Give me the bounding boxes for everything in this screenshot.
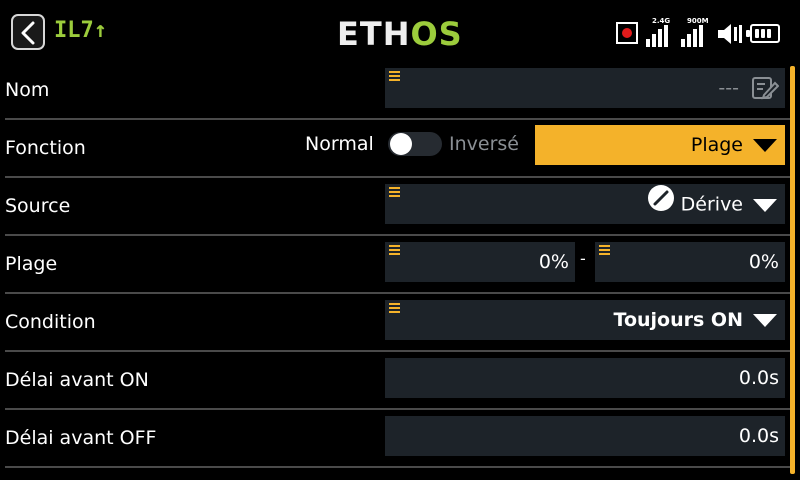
condition-dropdown[interactable]: Toujours ON xyxy=(385,300,785,340)
condition-value: Toujours ON xyxy=(614,300,777,340)
row-condition: Condition Toujours ON xyxy=(0,294,790,352)
plage-label: Plage xyxy=(5,253,58,275)
toggle-normal-label: Normal xyxy=(305,133,374,155)
row-delay-on: Délai avant ON 0.0s xyxy=(0,352,790,410)
source-label: Source xyxy=(5,195,71,217)
toggle-inverse-label: Inversé xyxy=(449,133,519,155)
settings-form: Nom --- Fonction Normal Inversé Plage So… xyxy=(0,62,800,480)
battery-icon xyxy=(746,24,780,43)
range-min-field[interactable]: 0% xyxy=(385,242,575,282)
row-fonction: Fonction Normal Inversé Plage xyxy=(0,120,790,178)
edit-icon xyxy=(751,75,780,105)
rf-2g4-signal-icon: 2.4G xyxy=(644,17,674,47)
back-button[interactable] xyxy=(11,14,45,50)
nom-label: Nom xyxy=(5,79,50,101)
range-max-field[interactable]: 0% xyxy=(595,242,785,282)
ethos-logo: ETHOS xyxy=(337,14,463,54)
range-min-value: 0% xyxy=(538,251,569,273)
invert-toggle[interactable] xyxy=(388,132,442,156)
condition-value-text: Toujours ON xyxy=(613,309,743,331)
range-max-value: 0% xyxy=(748,251,779,273)
rf2-label: 900M xyxy=(687,17,709,25)
rf1-label: 2.4G xyxy=(652,17,671,25)
record-icon xyxy=(616,22,638,44)
function-dropdown[interactable]: Plage xyxy=(535,125,785,165)
delay-off-label: Délai avant OFF xyxy=(5,427,157,449)
chevron-down-icon xyxy=(753,314,777,327)
delay-off-value: 0.0s xyxy=(738,425,779,447)
source-dropdown[interactable]: Dérive xyxy=(385,184,785,224)
row-plage: Plage 0% - 0% xyxy=(0,236,790,294)
delay-on-label: Délai avant ON xyxy=(5,369,149,391)
speaker-icon xyxy=(716,21,744,51)
grip-icon xyxy=(389,245,400,255)
source-value-text: Dérive xyxy=(680,193,743,216)
toggle-knob xyxy=(390,133,412,155)
grip-icon xyxy=(389,71,400,81)
nom-field[interactable]: --- xyxy=(385,68,785,108)
condition-label: Condition xyxy=(5,311,96,333)
chevron-down-icon xyxy=(753,198,777,212)
nom-value: --- xyxy=(718,77,739,99)
row-nom: Nom --- xyxy=(0,62,790,120)
switch-indicator: IL7↑ xyxy=(54,18,107,43)
grip-icon xyxy=(389,187,400,197)
function-value-text: Plage xyxy=(690,134,743,156)
delay-on-field[interactable]: 0.0s xyxy=(385,358,785,398)
row-delay-off: Délai avant OFF 0.0s xyxy=(0,410,790,468)
delay-on-value: 0.0s xyxy=(738,367,779,389)
function-value: Plage xyxy=(691,125,777,165)
fonction-label: Fonction xyxy=(5,137,86,159)
rf-900m-signal-icon: 900M xyxy=(679,17,709,47)
range-separator: - xyxy=(580,249,586,268)
row-source: Source Dérive xyxy=(0,178,790,236)
logo-part2: OS xyxy=(410,15,463,53)
logo-part1: ETH xyxy=(337,15,411,53)
switch-arrow: ↑ xyxy=(93,18,107,43)
grip-icon xyxy=(389,303,400,313)
grip-icon xyxy=(599,245,610,255)
slash-circle-icon xyxy=(647,184,675,226)
scrollbar[interactable] xyxy=(790,66,795,474)
chevron-down-icon xyxy=(753,139,777,152)
source-value: Dérive xyxy=(647,184,777,226)
switch-name: IL7 xyxy=(54,18,94,43)
header-bar: IL7↑ ETHOS 2.4G 900M xyxy=(0,0,800,62)
delay-off-field[interactable]: 0.0s xyxy=(385,416,785,456)
